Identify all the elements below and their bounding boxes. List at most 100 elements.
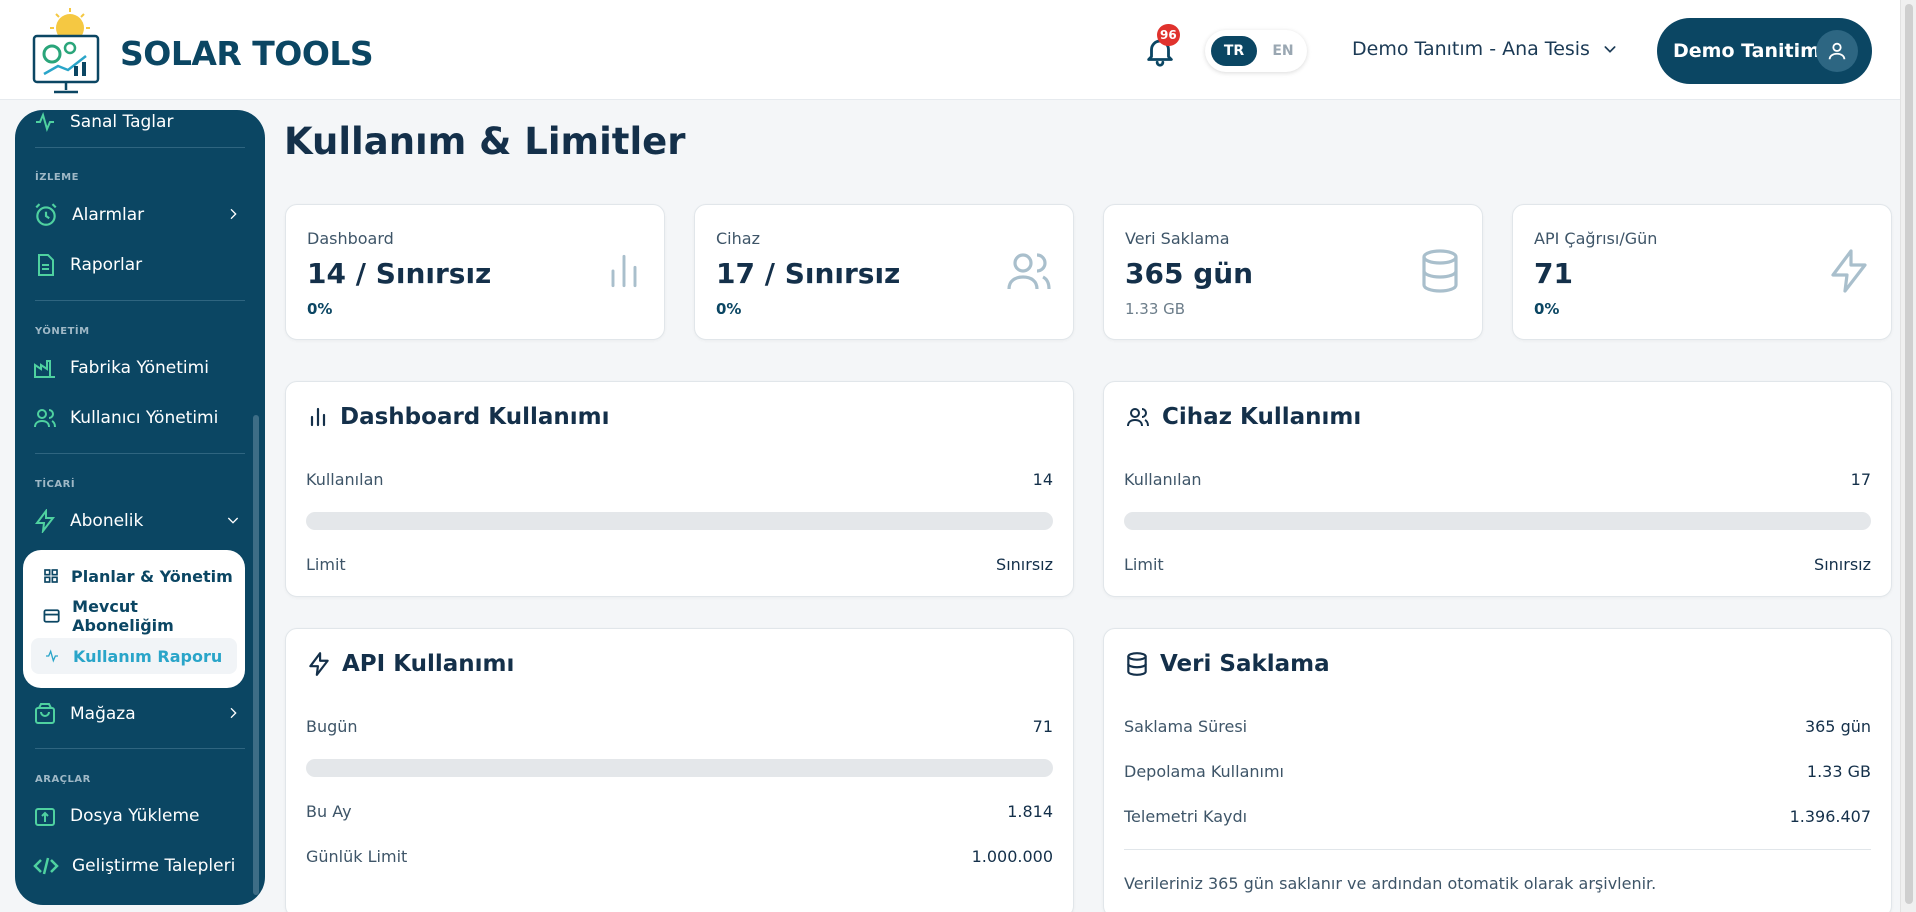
stat-label: Veri Saklama [1125,229,1230,248]
section-management: YÖNETİM [35,326,90,337]
sidebar-item-label: Dosya Yükleme [70,806,200,826]
used-row: Kullanılan 14 [306,470,1053,489]
brand-name: SOLAR TOOLS [120,34,374,73]
submenu-label: Mevcut Aboneliğim [72,597,174,635]
sidebar-item-virtual-tags[interactable]: Sanal Taglar [33,110,243,140]
code-icon [33,857,59,875]
divider [1124,849,1871,850]
stat-card-device: Cihaz 17 / Sınırsız 0% [694,204,1074,340]
card-title-text: API Kullanımı [342,651,515,677]
subscription-submenu: Planlar & Yönetim Mevcut Aboneliğim Kull… [23,550,245,688]
sidebar-item-label: Abonelik [70,511,144,531]
row-label: Bu Ay [306,802,352,821]
row-value: 1.814 [1007,802,1053,821]
user-icon [1828,42,1846,60]
sidebar-item-label: Geliştirme Talepleri [72,856,236,876]
sidebar-item-factory[interactable]: Fabrika Yönetimi [33,350,243,386]
daily-limit-row: Günlük Limit 1.000.000 [306,847,1053,866]
section-tools: ARAÇLAR [35,774,91,785]
api-progress-bar [306,759,1053,777]
row-value: 14 [1032,470,1053,489]
sidebar-item-label: Kullanıcı Yönetimi [70,408,219,428]
sidebar-item-upload[interactable]: Dosya Yükleme [33,798,243,834]
activity-icon [46,649,58,663]
users-icon [1007,253,1051,290]
bar-chart-icon [310,407,326,427]
avatar [1816,30,1858,72]
row-value: 1.33 GB [1806,762,1871,781]
used-row: Kullanılan 17 [1124,470,1871,489]
card-title: Veri Saklama [1124,651,1330,677]
submenu-plans[interactable]: Planlar & Yönetim [31,558,237,594]
notification-badge: 96 [1157,24,1180,46]
card-dashboard-usage: Dashboard Kullanımı Kullanılan 14 Limit … [285,381,1074,597]
today-row: Bugün 71 [306,717,1053,736]
submenu-label: Planlar & Yönetim [71,566,233,586]
section-commercial: TİCARİ [35,479,76,490]
stat-card-dashboard: Dashboard 14 / Sınırsız 0% [285,204,665,340]
row-label: Limit [306,555,346,574]
card-title: Dashboard Kullanımı [306,404,609,430]
sidebar-item-label: Fabrika Yönetimi [70,358,209,378]
stat-percent: 0% [307,300,333,318]
sidebar-item-store[interactable]: Mağaza [33,696,243,732]
stat-value: 14 / Sınırsız [307,257,492,290]
users-icon [1127,408,1149,427]
row-value: 1.000.000 [971,847,1053,866]
submenu-current-subscription[interactable]: Mevcut Aboneliğim [31,597,237,635]
sidebar-item-label: Mağaza [70,704,136,724]
zap-icon [1831,249,1867,293]
facility-name: Demo Tanıtım - Ana Tesis [1352,38,1590,60]
telemetry-row: Telemetri Kaydı 1.396.407 [1124,807,1871,826]
sidebar-item-dev-requests[interactable]: Geliştirme Talepleri [33,848,243,884]
stat-value: 71 [1534,257,1573,290]
row-value: 1.396.407 [1789,807,1871,826]
limit-row: Limit Sınırsız [1124,555,1871,574]
submenu-label: Kullanım Raporu [73,646,223,666]
stat-label: Dashboard [307,229,394,248]
stat-value: 17 / Sınırsız [716,257,901,290]
database-icon [1422,249,1458,293]
facility-selector[interactable]: Demo Tanıtım - Ana Tesis [1352,38,1618,60]
chevron-right-icon [230,208,237,220]
top-header: SOLAR TOOLS 96 TR EN Demo Tanıtım - Ana … [0,0,1900,100]
database-icon [1127,652,1147,676]
user-name: Demo Tanitim [1673,40,1820,62]
row-label: Depolama Kullanımı [1124,762,1284,781]
sidebar-item-label: Raporlar [70,255,143,275]
sidebar-item-subscription[interactable]: Abonelik [33,503,243,539]
stat-card-retention: Veri Saklama 365 gün 1.33 GB [1103,204,1483,340]
stat-sub: 1.33 GB [1125,300,1186,318]
row-label: Limit [1124,555,1164,574]
sidebar-item-label: Sanal Taglar [70,112,174,132]
bar-chart-icon [611,254,637,288]
lang-tr-button[interactable]: TR [1211,36,1257,66]
card-title: Cihaz Kullanımı [1124,404,1361,430]
storage-row: Depolama Kullanımı 1.33 GB [1124,762,1871,781]
sidebar: Sanal Taglar İZLEME Alarmlar Raporlar YÖ… [15,110,265,905]
sidebar-item-users[interactable]: Kullanıcı Yönetimi [33,400,243,436]
alarm-clock-icon [35,203,57,226]
sidebar-scrollbar[interactable] [253,415,259,895]
users-icon [34,409,56,428]
submenu-usage-report[interactable]: Kullanım Raporu [31,638,237,674]
row-value: 71 [1032,717,1053,736]
factory-icon [34,360,55,378]
sidebar-item-reports[interactable]: Raporlar [33,247,243,283]
row-label: Kullanılan [1124,470,1202,489]
limit-row: Limit Sınırsız [306,555,1053,574]
row-label: Günlük Limit [306,847,408,866]
shopping-bag-icon [35,703,55,724]
language-toggle[interactable]: TR EN [1205,30,1307,72]
row-label: Kullanılan [306,470,384,489]
card-device-usage: Cihaz Kullanımı Kullanılan 17 Limit Sını… [1103,381,1892,597]
row-value: Sınırsız [1814,555,1871,574]
month-row: Bu Ay 1.814 [306,802,1053,821]
lang-en-button[interactable]: EN [1263,36,1303,66]
stat-label: API Çağrısı/Gün [1534,229,1658,248]
solar-logo-icon[interactable] [30,6,110,96]
user-menu-button[interactable]: Demo Tanitim [1657,18,1872,84]
sidebar-item-alarms[interactable]: Alarmlar [33,197,243,233]
chevron-down-icon [227,517,239,524]
page-scrollbar[interactable] [1900,0,1916,912]
